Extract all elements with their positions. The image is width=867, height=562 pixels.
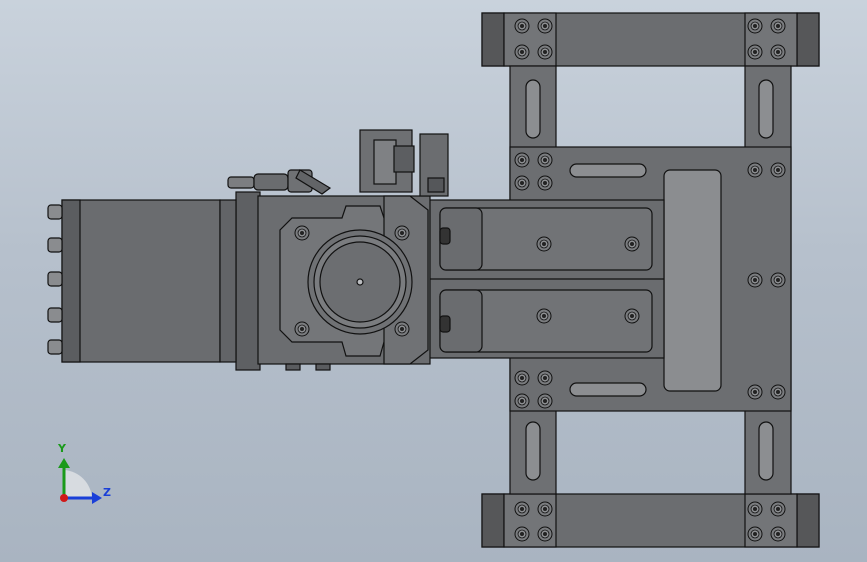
motor	[47, 199, 237, 363]
jaw-block	[427, 199, 665, 359]
model-canvas[interactable]	[0, 0, 867, 562]
cylinder-housing	[235, 191, 431, 371]
coordinate-triad	[58, 458, 102, 504]
triad-y-label: Y	[58, 442, 66, 455]
bottom-crossbar	[481, 493, 820, 548]
sensor-block	[359, 129, 449, 197]
cable-connector	[227, 169, 332, 195]
top-crossbar	[481, 12, 820, 67]
triad-z-label: Z	[103, 486, 111, 499]
gripper-assembly	[47, 12, 820, 548]
cad-viewport[interactable]: Y Z	[0, 0, 867, 562]
